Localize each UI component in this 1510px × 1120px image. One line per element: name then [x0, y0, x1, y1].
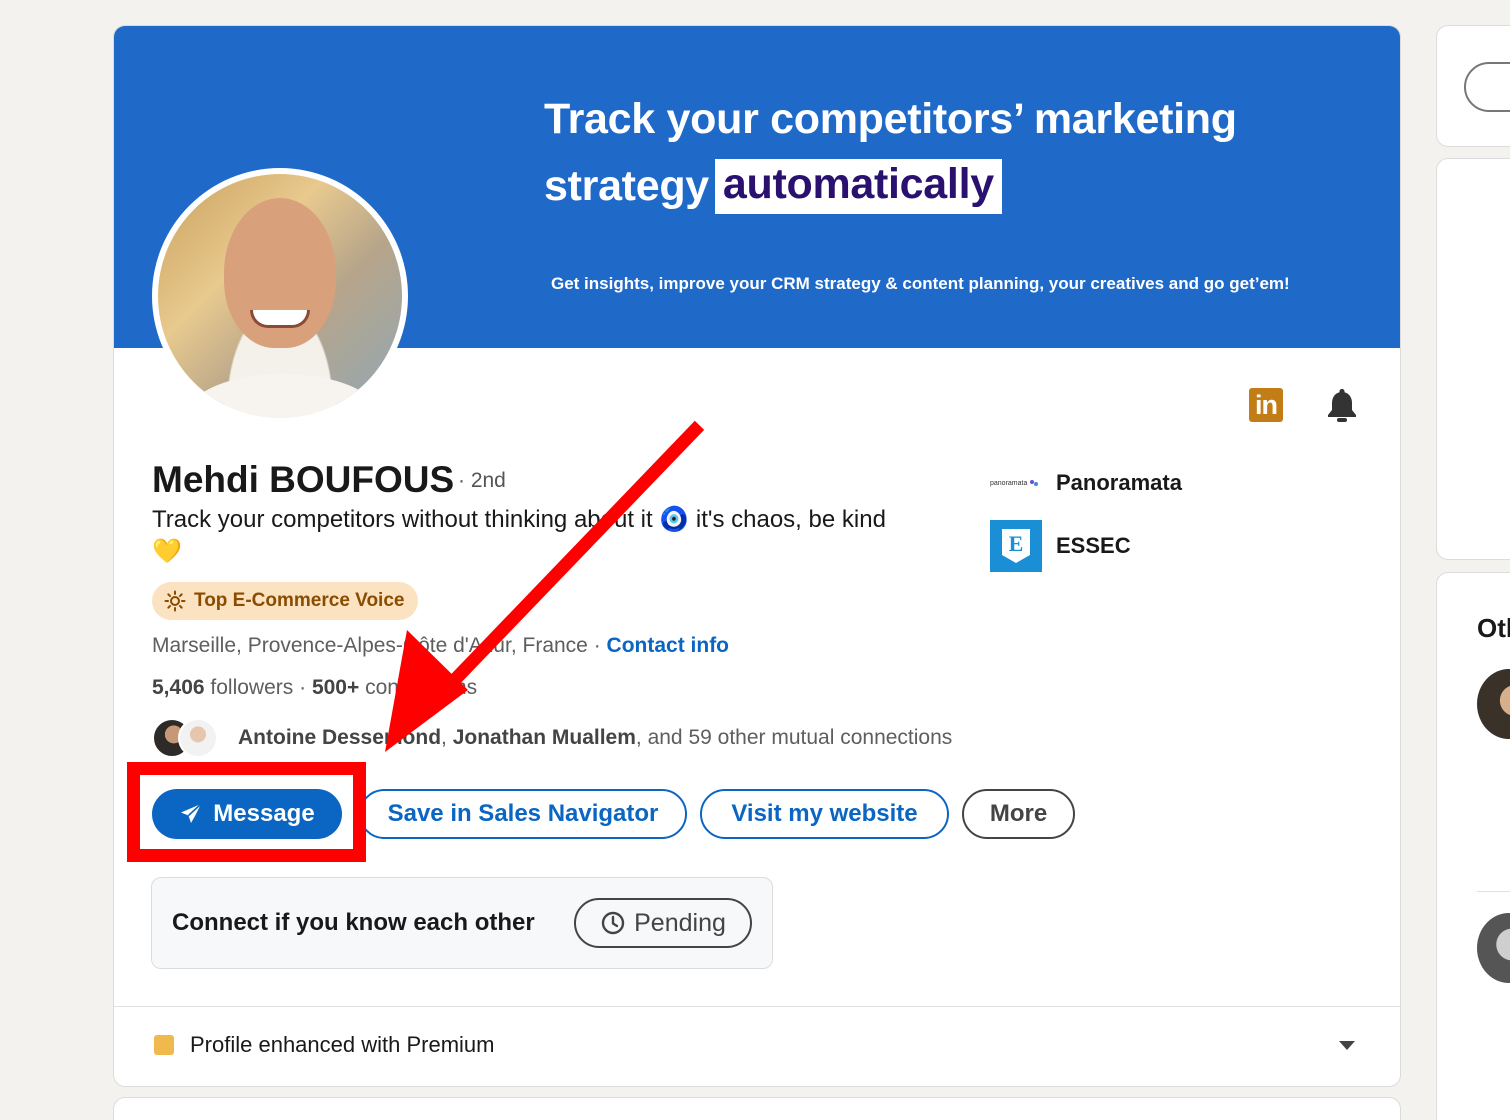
- message-button[interactable]: Message: [152, 789, 342, 839]
- mutual-rest: , and 59 other mutual connections: [635, 726, 953, 749]
- contact-info-link[interactable]: Contact info: [607, 634, 729, 657]
- clock-icon: [601, 911, 625, 935]
- stats-separator: ·: [293, 676, 312, 699]
- essec-logo: E: [990, 520, 1042, 572]
- sidebar-card-people: Otl: [1436, 572, 1510, 1120]
- connect-box: Connect if you know each other Pending: [151, 877, 773, 969]
- bell-icon[interactable]: [1324, 386, 1360, 424]
- mutual-avatar: [178, 718, 218, 758]
- connection-degree: · 2nd: [458, 469, 506, 492]
- avatar-shirt: [188, 374, 378, 418]
- top-voice-badge[interactable]: Top E-Commerce Voice: [152, 582, 419, 620]
- more-button[interactable]: More: [962, 789, 1075, 839]
- connections-label[interactable]: connections: [359, 676, 477, 699]
- profile-photo[interactable]: [152, 168, 408, 424]
- premium-label: Profile enhanced with Premium: [190, 1032, 495, 1057]
- connections-count[interactable]: 500+: [312, 676, 359, 699]
- mutual-name: Jonathan Muallem: [452, 726, 636, 749]
- sidebar-section-title: Otl: [1477, 613, 1510, 643]
- banner-headline-highlight: automatically: [714, 159, 1002, 214]
- divider: [1477, 891, 1510, 892]
- pending-label: Pending: [634, 908, 726, 937]
- profile-photo-image: [158, 174, 402, 418]
- mutual-separator: ,: [441, 726, 453, 749]
- connect-prompt: Connect if you know each other: [172, 909, 535, 936]
- mutual-connections-text: Antoine Dessemond, Jonathan Muallem, and…: [238, 726, 952, 750]
- current-company[interactable]: panoramata Panoramata: [990, 466, 1182, 500]
- linkedin-icon[interactable]: in: [1249, 388, 1283, 422]
- banner-subtitle: Get insights, improve your CRM strategy …: [551, 274, 1290, 293]
- sidebar-card-top: [1436, 25, 1510, 147]
- followers-count: 5,406: [152, 676, 205, 699]
- profile-card: Track your competitors’ marketing strate…: [113, 25, 1401, 1087]
- panoramata-logo: panoramata: [990, 466, 1042, 500]
- sidebar-card-middle: [1436, 158, 1510, 560]
- banner-headline-line2: strategy automatically: [544, 159, 1002, 214]
- essec-logo-mark: E: [1002, 529, 1030, 563]
- premium-icon: [154, 1035, 174, 1055]
- company-name: Panoramata: [1056, 470, 1182, 495]
- school-name: ESSEC: [1056, 533, 1131, 558]
- network-stats: 5,406 followers · 500+ connections: [152, 676, 477, 700]
- profile-headline: Track your competitors without thinking …: [152, 506, 886, 565]
- location-separator: ·: [587, 634, 607, 657]
- chevron-down-icon[interactable]: [1339, 1041, 1355, 1050]
- panoramata-logo-mark: [1030, 480, 1039, 486]
- profile-name: Mehdi BOUFOUS: [152, 459, 455, 500]
- education-school[interactable]: E ESSEC: [990, 520, 1131, 572]
- premium-section[interactable]: Profile enhanced with Premium: [154, 1032, 494, 1058]
- next-card: [113, 1097, 1401, 1120]
- divider: [114, 1006, 1400, 1007]
- avatar-smile: [250, 310, 310, 328]
- save-sales-navigator-button[interactable]: Save in Sales Navigator: [359, 789, 687, 839]
- profile-location-line: Marseille, Provence-Alpes-Côte d'Azur, F…: [152, 634, 729, 658]
- sidebar-person-avatar[interactable]: [1477, 913, 1510, 983]
- mutual-connections[interactable]: Antoine Dessemond, Jonathan Muallem, and…: [152, 716, 952, 760]
- send-icon: [181, 803, 202, 823]
- svg-text:E: E: [1009, 531, 1024, 556]
- visit-website-button[interactable]: Visit my website: [700, 789, 949, 839]
- banner-headline-plain: strategy: [544, 162, 709, 210]
- sun-icon: [164, 590, 186, 612]
- profile-location: Marseille, Provence-Alpes-Côte d'Azur, F…: [152, 634, 588, 657]
- badge-label: Top E-Commerce Voice: [194, 590, 405, 611]
- sidebar-person-avatar[interactable]: [1477, 669, 1510, 739]
- pending-button[interactable]: Pending: [574, 898, 752, 948]
- message-button-label: Message: [213, 800, 315, 827]
- banner-headline-line1: Track your competitors’ marketing: [544, 95, 1237, 143]
- sidebar-pill-button[interactable]: [1464, 62, 1510, 112]
- mutual-name: Antoine Dessemond: [238, 726, 442, 749]
- followers-label: followers: [204, 676, 294, 699]
- panoramata-logo-text: panoramata: [990, 479, 1028, 487]
